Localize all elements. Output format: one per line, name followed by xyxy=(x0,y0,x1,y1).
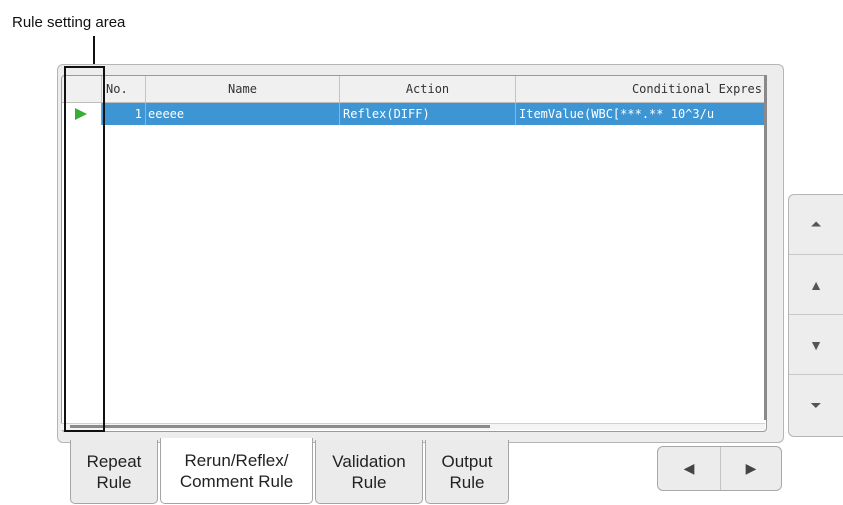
double-down-arrow-icon: ⏷ xyxy=(810,396,822,413)
row-no: 1 xyxy=(102,103,146,125)
vertical-scrollbar[interactable] xyxy=(764,75,767,420)
scroll-up-button[interactable]: ▲ xyxy=(789,255,843,315)
double-up-arrow-icon: ⏶ xyxy=(810,216,822,232)
column-header-name[interactable]: Name xyxy=(146,76,340,102)
tab-rerun-reflex-comment-rule[interactable]: Rerun/Reflex/ Comment Rule xyxy=(160,438,313,504)
row-action: Reflex(DIFF) xyxy=(340,103,516,125)
column-header-action[interactable]: Action xyxy=(340,76,516,102)
rule-table: No. Name Action Conditional Expres 1 eee… xyxy=(61,75,767,432)
left-arrow-icon: ◀ xyxy=(683,460,695,476)
horizontal-scrollbar-thumb[interactable] xyxy=(70,425,490,428)
right-arrow-icon: ▶ xyxy=(745,460,757,476)
tab-navigation: ◀ ▶ xyxy=(657,446,782,491)
tab-prev-button[interactable]: ◀ xyxy=(658,447,721,490)
table-header: No. Name Action Conditional Expres xyxy=(62,76,766,103)
callout-leader-line xyxy=(93,36,95,66)
scroll-top-button[interactable]: ⏶ xyxy=(789,195,843,255)
scroll-button-group: ⏶ ▲ ▼ ⏷ xyxy=(788,194,843,437)
up-arrow-icon: ▲ xyxy=(809,276,823,293)
row-name: eeeee xyxy=(146,103,340,125)
column-header-conditional-expression[interactable]: Conditional Expres xyxy=(516,76,766,102)
rule-setting-area-highlight xyxy=(64,66,105,432)
column-header-no[interactable]: No. xyxy=(102,76,146,102)
table-row[interactable]: 1 eeeee Reflex(DIFF) ItemValue(WBC[***.*… xyxy=(62,103,766,125)
rule-setting-area-callout: Rule setting area xyxy=(12,14,126,31)
tab-output-rule[interactable]: Output Rule xyxy=(425,440,509,504)
scroll-bottom-button[interactable]: ⏷ xyxy=(789,375,843,435)
row-condition: ItemValue(WBC[***.** 10^3/u xyxy=(519,107,715,121)
scroll-down-button[interactable]: ▼ xyxy=(789,315,843,375)
tab-repeat-rule[interactable]: Repeat Rule xyxy=(70,440,158,504)
tab-next-button[interactable]: ▶ xyxy=(720,447,782,490)
tab-validation-rule[interactable]: Validation Rule xyxy=(315,440,423,504)
down-arrow-icon: ▼ xyxy=(809,336,823,353)
